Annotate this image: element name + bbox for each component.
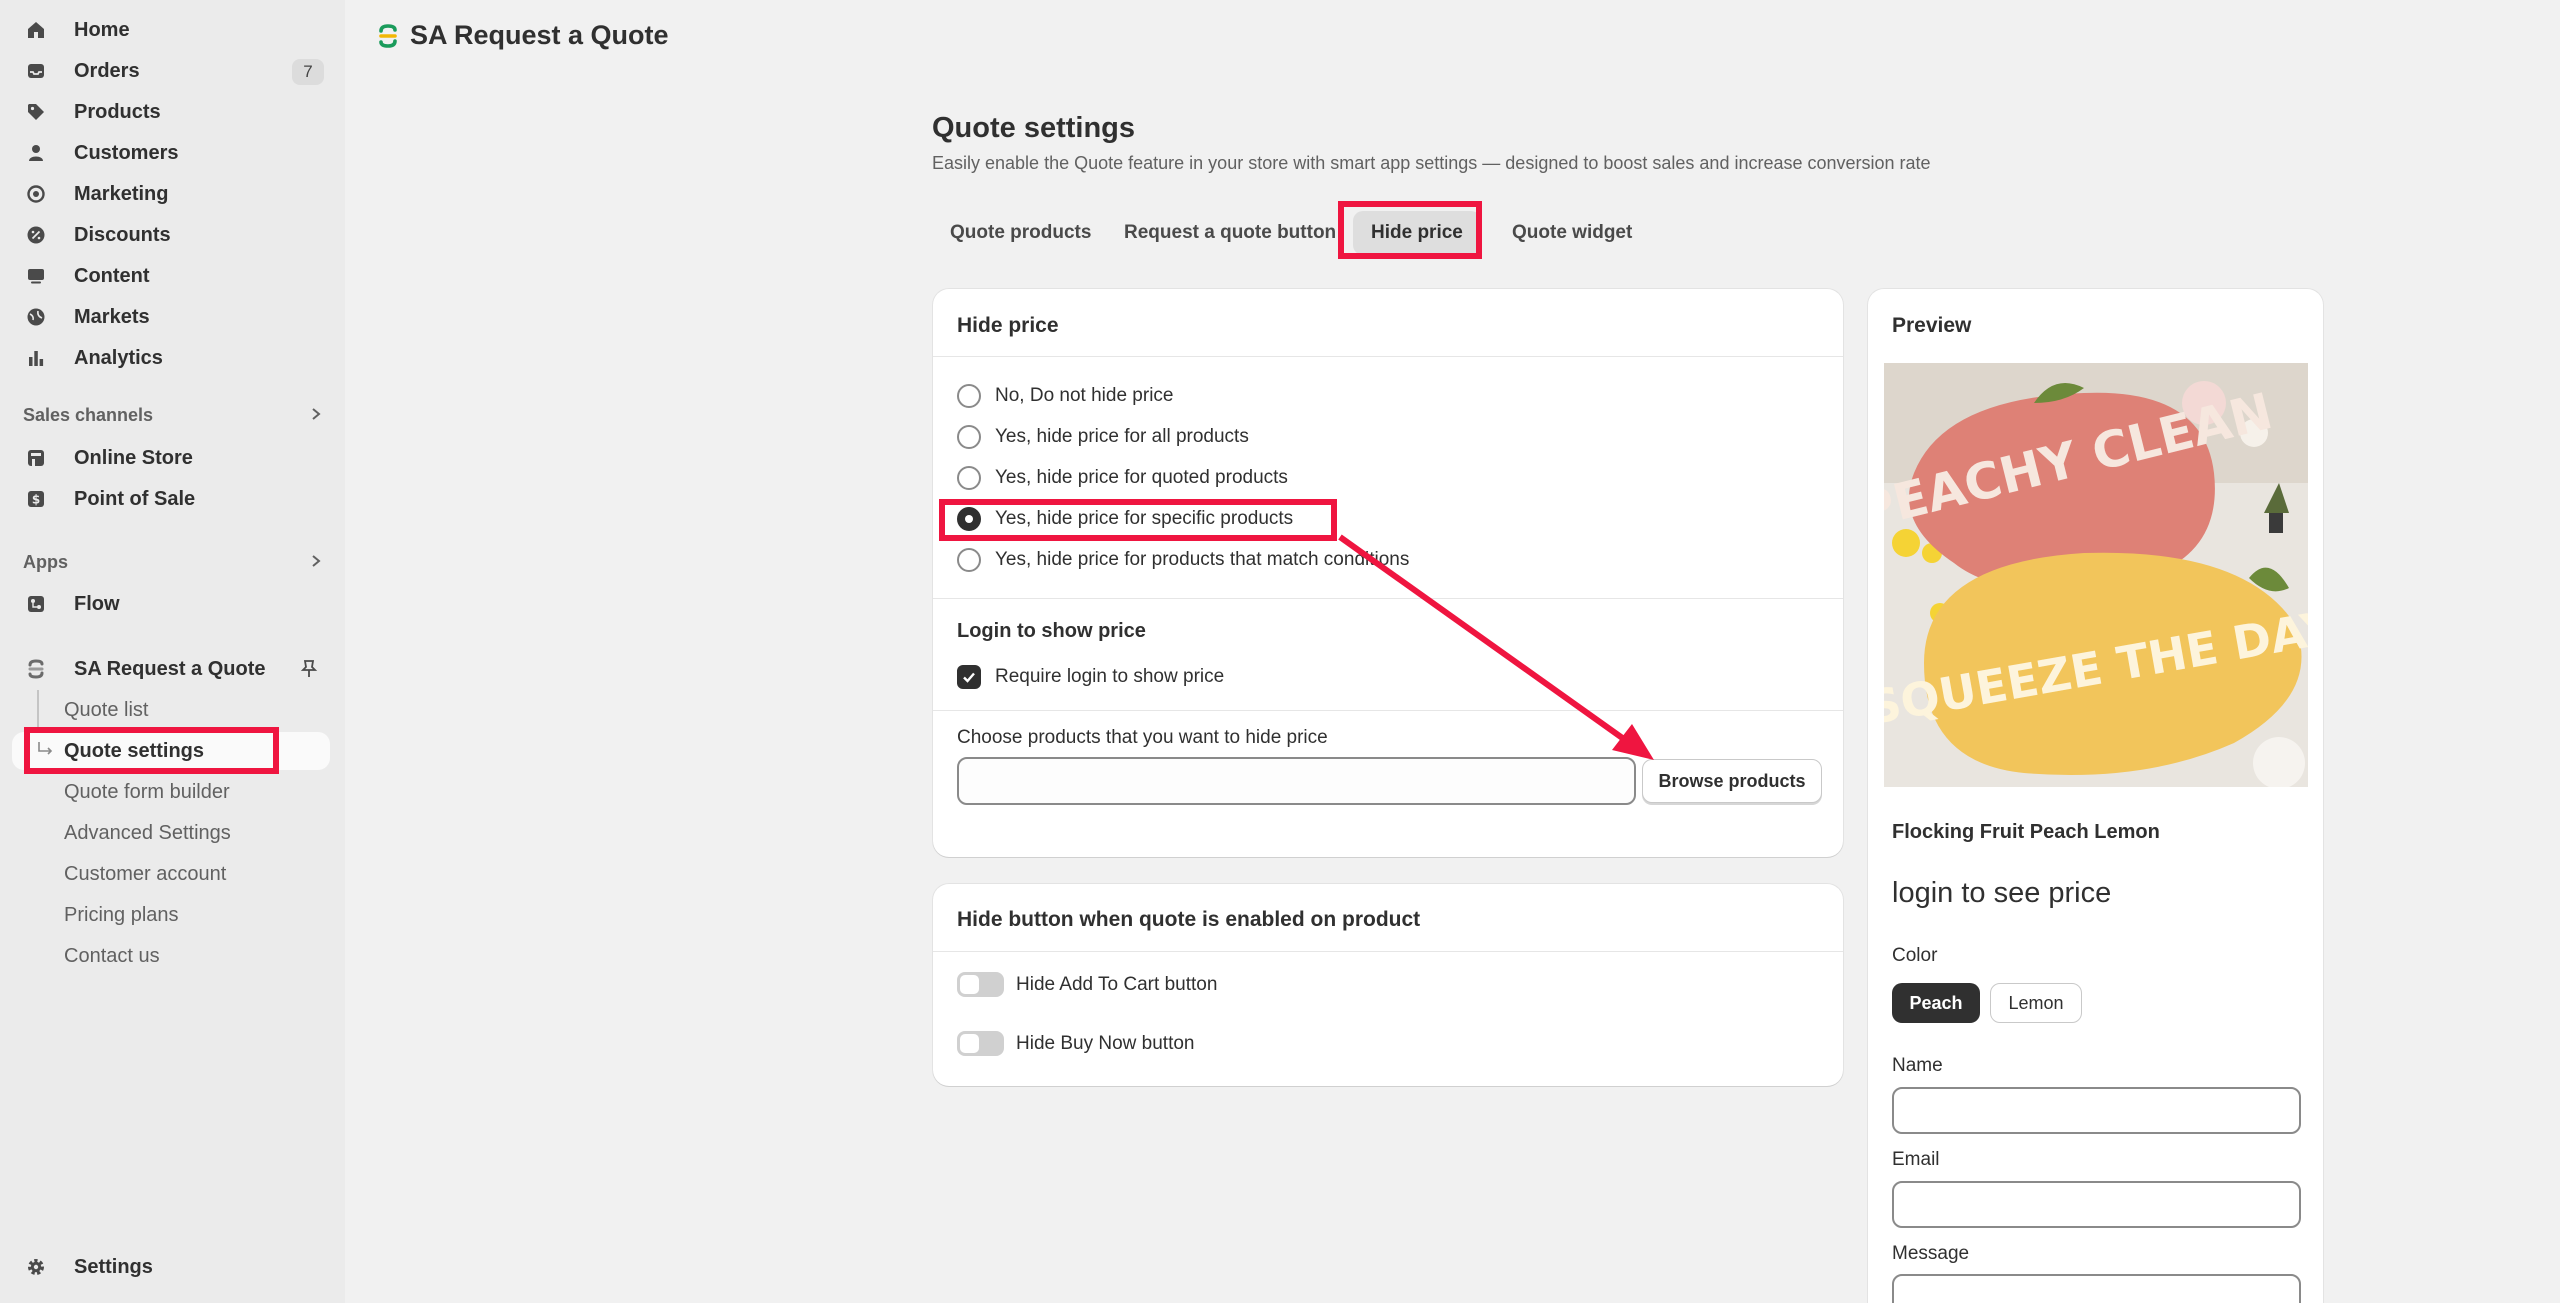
email-label: Email: [1892, 1149, 1940, 1170]
card-title: Hide button when quote is enabled on pro…: [957, 908, 1421, 931]
color-option-peach[interactable]: Peach: [1892, 983, 1980, 1023]
product-name: Flocking Fruit Peach Lemon: [1892, 821, 2160, 843]
name-input[interactable]: [1892, 1087, 2301, 1134]
email-input[interactable]: [1892, 1181, 2301, 1228]
product-image: PEACHY CLEAN SQUEEZE THE DAY: [1868, 363, 2323, 789]
divider: [933, 951, 1843, 952]
toggle-label: Hide Add To Cart button: [1016, 973, 1218, 995]
hide-buy-now-toggle[interactable]: [957, 1031, 1004, 1056]
preview-card: Preview PEACHY CLEAN SQUEEZE THE DAY Flo…: [1868, 289, 2323, 1303]
hide-add-to-cart-row[interactable]: Hide Add To Cart button: [957, 972, 1217, 997]
message-input[interactable]: [1892, 1274, 2301, 1303]
name-label: Name: [1892, 1055, 1943, 1076]
color-label: Color: [1892, 945, 1938, 966]
hide-button-card: Hide button when quote is enabled on pro…: [933, 884, 1843, 1086]
hide-buy-now-row[interactable]: Hide Buy Now button: [957, 1031, 1195, 1056]
color-option-lemon[interactable]: Lemon: [1990, 983, 2082, 1023]
preview-title: Preview: [1892, 314, 1972, 337]
hide-add-to-cart-toggle[interactable]: [957, 972, 1004, 997]
message-label: Message: [1892, 1243, 1970, 1264]
price-text: login to see price: [1892, 877, 2112, 909]
toggle-label: Hide Buy Now button: [1016, 1032, 1195, 1054]
